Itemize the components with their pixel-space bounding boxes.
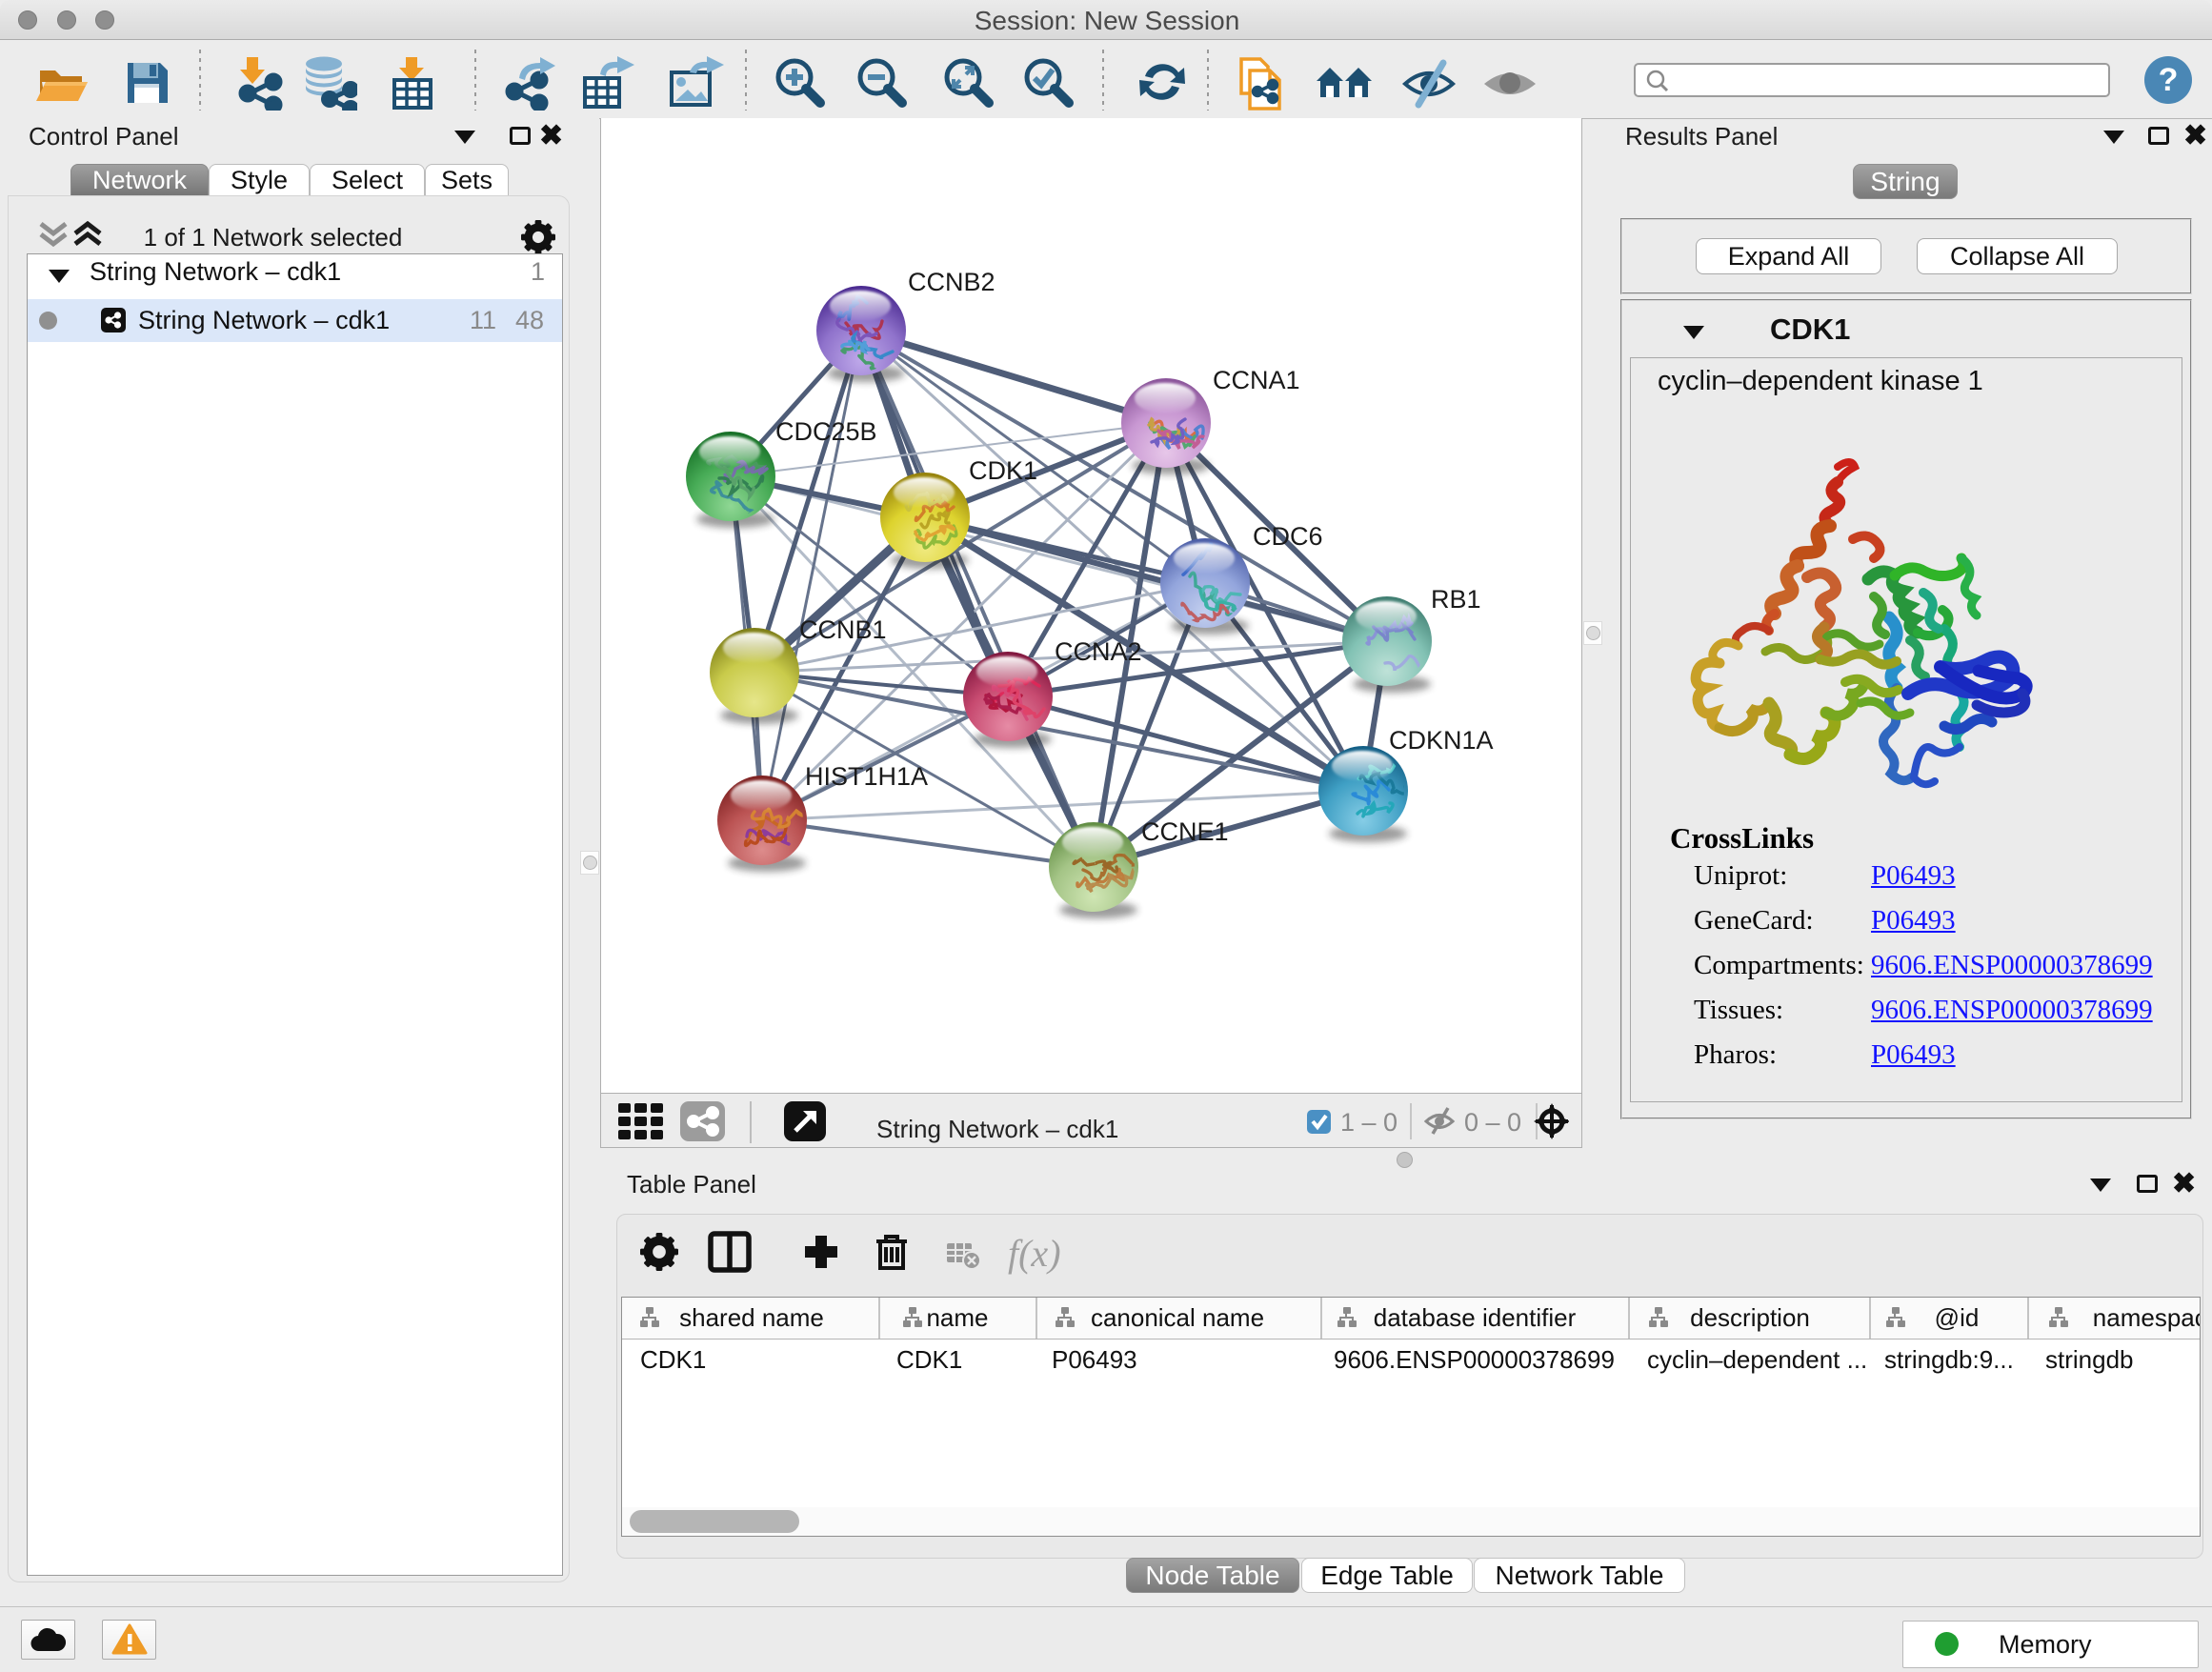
svg-text:CDC25B: CDC25B bbox=[775, 417, 877, 446]
svg-text:stringdb: stringdb bbox=[2045, 1345, 2134, 1374]
svg-text:stringdb:9...: stringdb:9... bbox=[1884, 1345, 2014, 1374]
svg-text:cyclin–dependent ...: cyclin–dependent ... bbox=[1647, 1345, 1867, 1374]
svg-text:CCNE1: CCNE1 bbox=[1141, 817, 1229, 846]
svg-text:CDC6: CDC6 bbox=[1253, 522, 1323, 551]
svg-text:CCNA2: CCNA2 bbox=[1055, 637, 1142, 666]
svg-text:CDK1: CDK1 bbox=[896, 1345, 962, 1374]
svg-text:CCNB1: CCNB1 bbox=[799, 615, 887, 644]
svg-text:P06493: P06493 bbox=[1052, 1345, 1137, 1374]
svg-text:f(x): f(x) bbox=[1008, 1232, 1061, 1275]
svg-text:0 – 0: 0 – 0 bbox=[1464, 1108, 1521, 1137]
svg-text:1 – 0: 1 – 0 bbox=[1340, 1108, 1398, 1137]
svg-text:name: name bbox=[926, 1303, 988, 1332]
svg-text:canonical name: canonical name bbox=[1091, 1303, 1264, 1332]
svg-text:RB1: RB1 bbox=[1431, 585, 1481, 614]
svg-text:@id: @id bbox=[1935, 1303, 1980, 1332]
svg-text:shared name: shared name bbox=[679, 1303, 824, 1332]
svg-text:CDK1: CDK1 bbox=[640, 1345, 706, 1374]
svg-text:CCNB2: CCNB2 bbox=[908, 268, 995, 296]
svg-text:description: description bbox=[1690, 1303, 1810, 1332]
svg-text:database identifier: database identifier bbox=[1374, 1303, 1577, 1332]
svg-text:9606.ENSP00000378699: 9606.ENSP00000378699 bbox=[1334, 1345, 1615, 1374]
svg-text:?: ? bbox=[2159, 62, 2179, 98]
svg-text:namespace: namespace bbox=[2093, 1303, 2200, 1332]
svg-text:CCNA1: CCNA1 bbox=[1213, 366, 1300, 394]
svg-text:CDKN1A: CDKN1A bbox=[1389, 726, 1494, 755]
svg-text:CDK1: CDK1 bbox=[969, 456, 1037, 485]
svg-text:HIST1H1A: HIST1H1A bbox=[805, 762, 928, 791]
